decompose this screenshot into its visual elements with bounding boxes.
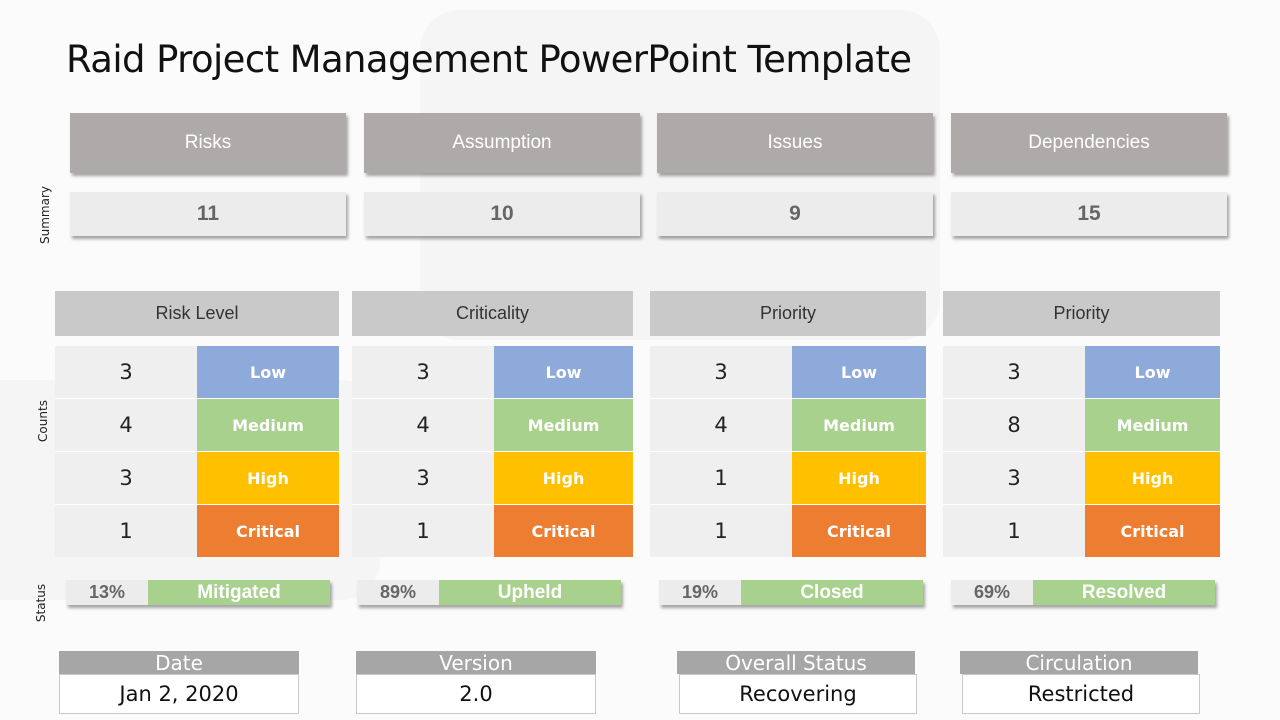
summary-header-dependencies: Dependencies <box>951 113 1227 173</box>
count-value: 3 <box>55 346 197 398</box>
meta-label: Circulation <box>960 651 1198 675</box>
level-badge-medium: Medium <box>197 399 339 451</box>
status-label: Resolved <box>1033 580 1215 605</box>
level-badge-high: High <box>494 452 633 504</box>
count-value: 3 <box>55 452 197 504</box>
meta-label: Version <box>356 651 596 675</box>
count-row-critical: 1 Critical <box>352 505 633 557</box>
level-badge-high: High <box>792 452 926 504</box>
status-bar-issues: 19% Closed <box>659 580 923 605</box>
meta-circulation: Circulation Restricted <box>960 651 1200 714</box>
count-value: 8 <box>943 399 1085 451</box>
level-badge-critical: Critical <box>494 505 633 557</box>
count-row-high: 3 High <box>943 452 1220 505</box>
summary-header-risks: Risks <box>70 113 346 173</box>
count-row-critical: 1 Critical <box>55 505 339 557</box>
level-badge-high: High <box>1085 452 1220 504</box>
count-value: 4 <box>650 399 792 451</box>
count-value: 4 <box>352 399 494 451</box>
count-row-high: 3 High <box>55 452 339 505</box>
status-percent: 19% <box>659 580 741 605</box>
count-value: 1 <box>650 505 792 557</box>
status-percent: 69% <box>951 580 1033 605</box>
page-title: Raid Project Management PowerPoint Templ… <box>66 38 912 81</box>
count-row-medium: 8 Medium <box>943 399 1220 452</box>
count-row-high: 3 High <box>352 452 633 505</box>
count-block-priority: Priority 3 Low 4 Medium 1 High 1 Critical <box>650 291 926 557</box>
level-badge-low: Low <box>494 346 633 398</box>
summary-side-label: Summary <box>38 186 52 244</box>
count-value: 4 <box>55 399 197 451</box>
status-percent: 13% <box>66 580 148 605</box>
counts-side-label: Counts <box>35 400 50 442</box>
meta-value: 2.0 <box>356 674 596 714</box>
status-label: Upheld <box>439 580 621 605</box>
level-badge-low: Low <box>792 346 926 398</box>
count-value: 3 <box>943 452 1085 504</box>
level-badge-low: Low <box>197 346 339 398</box>
meta-value: Restricted <box>962 674 1200 714</box>
count-row-low: 3 Low <box>943 346 1220 399</box>
count-row-medium: 4 Medium <box>650 399 926 452</box>
summary-header-issues: Issues <box>657 113 933 173</box>
level-badge-medium: Medium <box>494 399 633 451</box>
summary-value-issues: 9 <box>657 192 933 236</box>
meta-value: Jan 2, 2020 <box>59 674 299 714</box>
level-badge-critical: Critical <box>792 505 926 557</box>
status-bar-dependencies: 69% Resolved <box>951 580 1215 605</box>
count-row-critical: 1 Critical <box>943 505 1220 557</box>
level-badge-high: High <box>197 452 339 504</box>
count-value: 3 <box>352 346 494 398</box>
status-label: Closed <box>741 580 923 605</box>
summary-value-risks: 11 <box>70 192 346 236</box>
meta-value: Recovering <box>679 674 917 714</box>
status-percent: 89% <box>357 580 439 605</box>
count-block-criticality: Criticality 3 Low 4 Medium 3 High 1 Critical <box>352 291 633 557</box>
count-block-priority-2: Priority 3 Low 8 Medium 3 High 1 Critical <box>943 291 1220 557</box>
count-row-low: 3 Low <box>55 346 339 399</box>
meta-version: Version 2.0 <box>356 651 596 714</box>
meta-label: Overall Status <box>677 651 915 675</box>
count-row-low: 3 Low <box>650 346 926 399</box>
block-header: Priority <box>650 291 926 336</box>
status-label: Mitigated <box>148 580 330 605</box>
count-value: 1 <box>650 452 792 504</box>
meta-date: Date Jan 2, 2020 <box>59 651 299 714</box>
count-value: 3 <box>352 452 494 504</box>
count-value: 1 <box>352 505 494 557</box>
level-badge-critical: Critical <box>197 505 339 557</box>
meta-overall-status: Overall Status Recovering <box>677 651 917 714</box>
summary-value-dependencies: 15 <box>951 192 1227 236</box>
summary-value-assumption: 10 <box>364 192 640 236</box>
count-value: 1 <box>943 505 1085 557</box>
block-header: Risk Level <box>55 291 339 336</box>
status-side-label: Status <box>34 583 49 623</box>
count-row-critical: 1 Critical <box>650 505 926 557</box>
level-badge-medium: Medium <box>1085 399 1220 451</box>
count-block-risk-level: Risk Level 3 Low 4 Medium 3 High 1 Critical <box>55 291 339 557</box>
count-value: 3 <box>650 346 792 398</box>
count-row-medium: 4 Medium <box>352 399 633 452</box>
count-row-high: 1 High <box>650 452 926 505</box>
level-badge-low: Low <box>1085 346 1220 398</box>
count-row-medium: 4 Medium <box>55 399 339 452</box>
summary-header-assumption: Assumption <box>364 113 640 173</box>
block-header: Criticality <box>352 291 633 336</box>
status-bar-risks: 13% Mitigated <box>66 580 330 605</box>
status-bar-assumption: 89% Upheld <box>357 580 621 605</box>
count-value: 3 <box>943 346 1085 398</box>
level-badge-critical: Critical <box>1085 505 1220 557</box>
block-header: Priority <box>943 291 1220 336</box>
meta-label: Date <box>59 651 299 675</box>
count-value: 1 <box>55 505 197 557</box>
level-badge-medium: Medium <box>792 399 926 451</box>
count-row-low: 3 Low <box>352 346 633 399</box>
